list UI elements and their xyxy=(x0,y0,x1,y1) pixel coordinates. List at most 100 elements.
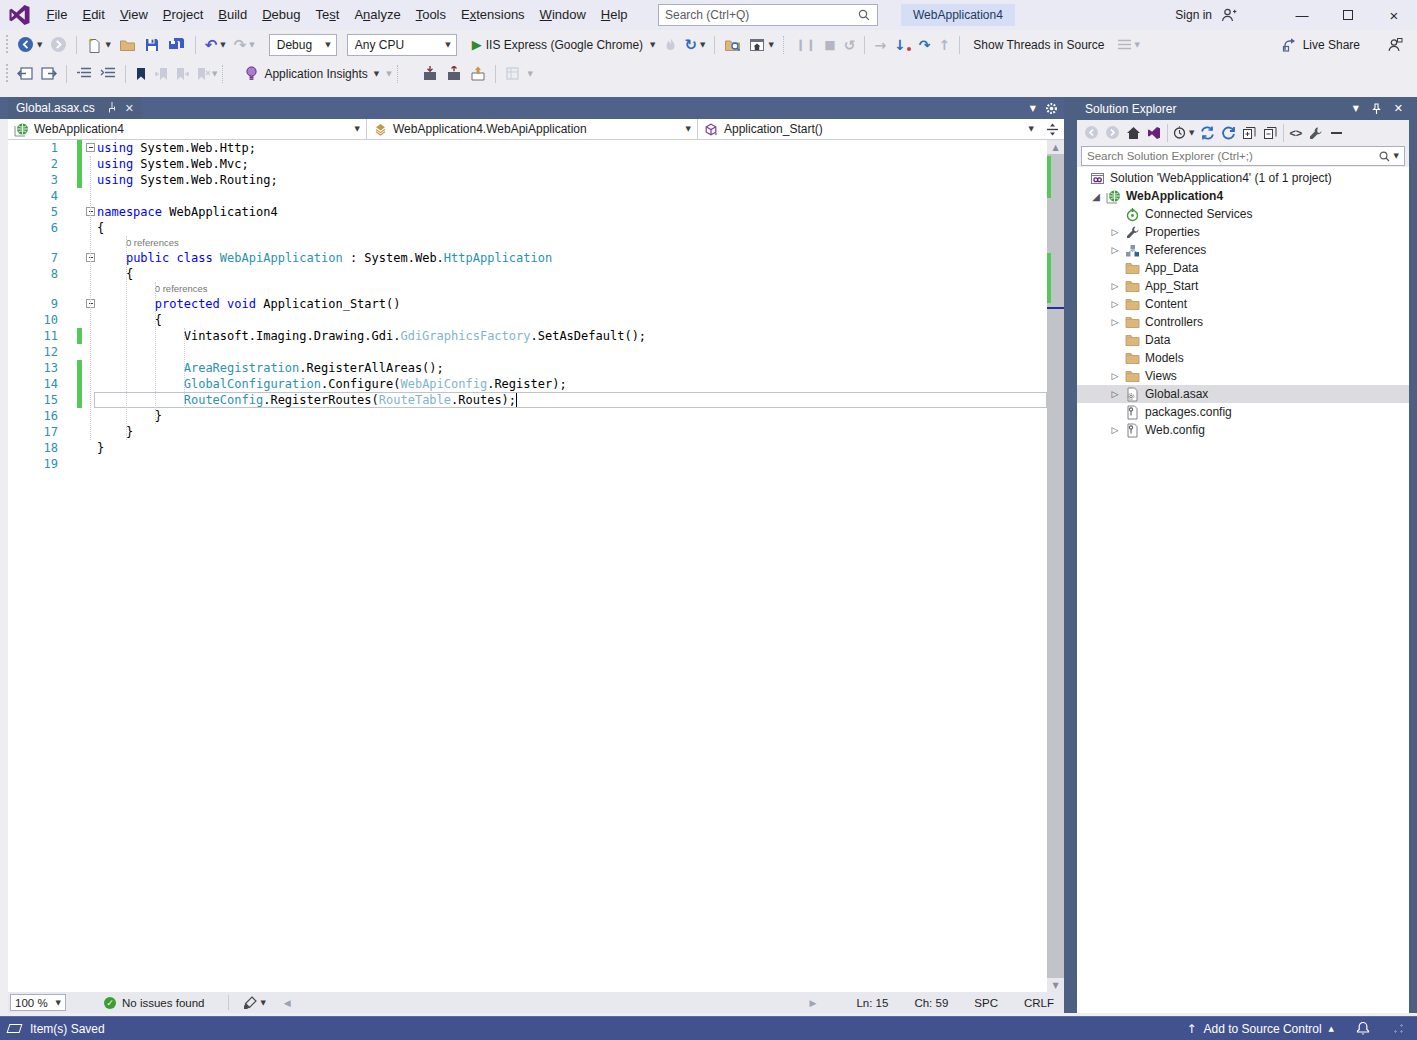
breadcrumb-2[interactable]: WebApplication4.WebApiApplication▼ xyxy=(367,119,698,139)
tree-item-references[interactable]: ▷References xyxy=(1077,241,1409,259)
menu-test[interactable]: Test xyxy=(308,0,347,30)
pin-icon[interactable] xyxy=(104,102,117,114)
expander-collapsed-icon[interactable]: ▷ xyxy=(1105,245,1125,255)
add-to-source-control-button[interactable]: ↑ Add to Source Control ▲ xyxy=(1186,1022,1334,1036)
breadcrumb-3[interactable]: Application_Start()▼ xyxy=(698,119,1040,139)
code-line-6[interactable]: 6{ xyxy=(8,220,1047,236)
document-health-indicator[interactable]: ✓ No issues found xyxy=(104,997,204,1009)
se-pending-changes-filter-icon[interactable] xyxy=(1173,126,1188,140)
code-cleanup-button[interactable]: ▼ xyxy=(239,990,269,1016)
menu-analyze[interactable]: Analyze xyxy=(347,0,408,30)
navigate-backward-doc-button[interactable] xyxy=(13,61,37,87)
panel-splitter[interactable] xyxy=(1064,97,1077,1013)
vertical-scrollbar[interactable]: ▲ ▼ xyxy=(1047,140,1064,992)
solution-explorer-search[interactable]: Search Solution Explorer (Ctrl+;) ▼ xyxy=(1077,145,1409,167)
stop-button[interactable]: ■ xyxy=(820,32,839,58)
code-line-7[interactable]: 7 public class WebApiApplication : Syste… xyxy=(8,250,1047,266)
restart-app-button[interactable]: ↻▼ xyxy=(681,32,710,58)
expander-expanded-icon[interactable]: ◢ xyxy=(1086,191,1106,202)
expander-collapsed-icon[interactable]: ▷ xyxy=(1105,281,1125,291)
se-back-icon[interactable] xyxy=(1084,125,1099,140)
toggle-bookmark-button[interactable] xyxy=(131,61,151,87)
code-line-3[interactable]: 3using System.Web.Routing; xyxy=(8,172,1047,188)
se-switch-views-icon[interactable] xyxy=(1147,126,1162,140)
code-line-8[interactable]: 8 { xyxy=(8,266,1047,282)
open-file-button[interactable] xyxy=(115,32,140,58)
expander-collapsed-icon[interactable]: ▷ xyxy=(1105,227,1125,237)
tree-item-models[interactable]: Models xyxy=(1077,349,1409,367)
tree-item-views[interactable]: ▷Views xyxy=(1077,367,1409,385)
previous-bookmark-button[interactable] xyxy=(151,61,172,87)
hscroll-left-icon[interactable]: ◀ xyxy=(284,998,291,1008)
se-home-icon[interactable] xyxy=(1126,126,1141,140)
tree-item-app-start[interactable]: ▷App_Start xyxy=(1077,277,1409,295)
solution-configuration-dropdown[interactable]: Debug▼ xyxy=(269,34,337,56)
code-line-19[interactable]: 19 xyxy=(8,456,1047,472)
panel-pin-icon[interactable] xyxy=(1371,103,1382,115)
step-into-button[interactable]: ↓ xyxy=(890,32,915,58)
close-button[interactable]: × xyxy=(1371,0,1417,30)
undo-button[interactable]: ↶▼ xyxy=(201,32,230,58)
next-bookmark-button[interactable] xyxy=(172,61,193,87)
code-line-18[interactable]: 18} xyxy=(8,440,1047,456)
notifications-bell-icon[interactable] xyxy=(1356,1021,1370,1036)
chevron-down-icon[interactable]: ▼ xyxy=(1021,125,1034,133)
menu-extensions[interactable]: Extensions xyxy=(454,0,533,30)
menu-project[interactable]: Project xyxy=(155,0,210,30)
code-line-16[interactable]: 16 } xyxy=(8,408,1047,424)
close-tab-icon[interactable]: ✕ xyxy=(125,102,134,115)
navigate-forward-doc-button[interactable] xyxy=(37,61,61,87)
live-share-button[interactable]: Live Share xyxy=(1282,37,1360,53)
menu-help[interactable]: Help xyxy=(593,0,635,30)
maximize-button[interactable] xyxy=(1325,0,1371,30)
se-properties-icon[interactable] xyxy=(1308,126,1323,140)
save-all-button[interactable] xyxy=(164,32,190,58)
tab-global-asax-cs[interactable]: Global.asax.cs ✕ xyxy=(8,97,142,119)
solution-home-button[interactable]: ▼ xyxy=(745,32,777,58)
tree-item-global-asax[interactable]: ▷Global.asax xyxy=(1077,385,1409,403)
minimize-button[interactable]: — xyxy=(1279,0,1325,30)
chevron-down-icon[interactable]: ▼ xyxy=(347,125,360,133)
zoom-dropdown[interactable]: 100 %▼ xyxy=(10,994,66,1011)
expander-collapsed-icon[interactable]: ▷ xyxy=(1105,425,1125,435)
application-insights-button[interactable]: Application Insights ▼ xyxy=(241,61,383,87)
codelens-references[interactable]: 0 references xyxy=(8,282,1047,296)
code-line-1[interactable]: 1using System.Web.Http; xyxy=(8,140,1047,156)
menu-view[interactable]: View xyxy=(112,0,155,30)
new-project-button[interactable]: ▼ xyxy=(82,32,114,58)
menu-tools[interactable]: Tools xyxy=(408,0,453,30)
quick-search-input[interactable]: Search (Ctrl+Q) xyxy=(658,4,878,26)
code-line-5[interactable]: 5namespace WebApplication4 xyxy=(8,204,1047,220)
code-line-9[interactable]: 9 protected void Application_Start() xyxy=(8,296,1047,312)
tree-item-packages-config[interactable]: packages.config xyxy=(1077,403,1409,421)
fold-toggle-icon[interactable] xyxy=(86,143,95,152)
se-collapse-all-icon[interactable] xyxy=(1242,126,1257,140)
tree-item-content[interactable]: ▷Content xyxy=(1077,295,1409,313)
se-preview-icon[interactable] xyxy=(1329,126,1344,140)
add-to-source-control-button[interactable] xyxy=(418,61,442,87)
se-filter-dropdown-icon[interactable]: ▼ xyxy=(1189,129,1194,137)
tab-options-icon[interactable] xyxy=(1045,102,1058,115)
run-to-cursor-button[interactable]: → xyxy=(870,32,890,58)
tree-item-controllers[interactable]: ▷Controllers xyxy=(1077,313,1409,331)
scroll-down-icon[interactable]: ▼ xyxy=(1047,978,1064,992)
menu-file[interactable]: File xyxy=(39,0,75,30)
redo-button[interactable]: ↷▼ xyxy=(230,32,259,58)
code-line-14[interactable]: 14 GlobalConfiguration.Configure(WebApiC… xyxy=(8,376,1047,392)
se-search-dropdown-icon[interactable]: ▼ xyxy=(1394,152,1399,160)
threads-list-icon[interactable]: ▼ xyxy=(1113,32,1144,58)
code-line-10[interactable]: 10 { xyxy=(8,312,1047,328)
hot-reload-button[interactable] xyxy=(660,32,681,58)
feedback-icon[interactable] xyxy=(1386,37,1403,53)
se-forward-icon[interactable] xyxy=(1105,125,1120,140)
tree-item-properties[interactable]: ▷Properties xyxy=(1077,223,1409,241)
decrease-indent-button[interactable] xyxy=(72,61,96,87)
expander-collapsed-icon[interactable]: ▷ xyxy=(1105,389,1125,399)
show-threads-in-source-button[interactable]: Show Threads in Source xyxy=(973,38,1104,52)
start-debugging-button[interactable]: ▶ IIS Express (Google Chrome) ▼ xyxy=(468,32,660,58)
code-line-13[interactable]: 13 AreaRegistration.RegisterAllAreas(); xyxy=(8,360,1047,376)
navigate-forward-button[interactable] xyxy=(46,32,71,58)
scroll-up-icon[interactable]: ▲ xyxy=(1047,140,1064,154)
step-out-button[interactable]: ↑ xyxy=(935,32,955,58)
publish-button[interactable] xyxy=(466,61,490,87)
